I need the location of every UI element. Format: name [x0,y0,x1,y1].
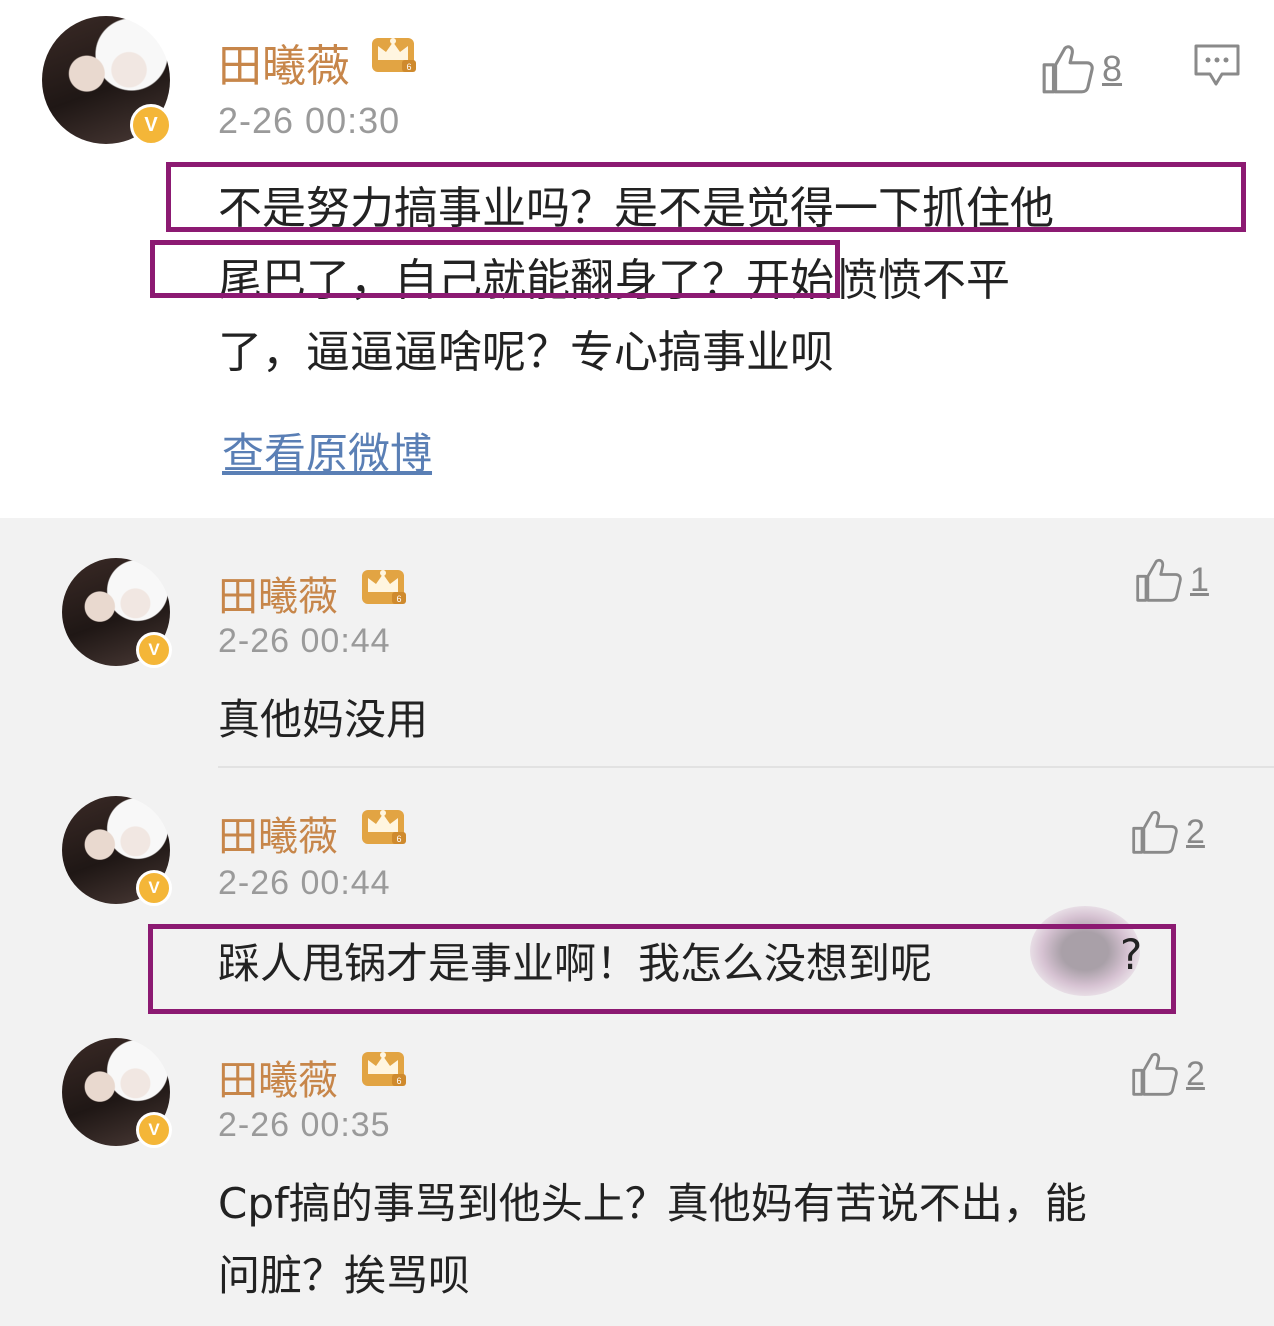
divider [218,766,1274,768]
reply-text-line-1: Cpf搞的事骂到他头上？真他妈有苦说不出，能 [218,1179,1087,1228]
like-button[interactable]: 2 [1130,1050,1205,1098]
reply-text: 真他妈没用 [218,695,429,744]
like-count: 1 [1190,560,1209,599]
verified-v-icon: V [136,1112,172,1148]
crown-badge-icon [358,562,408,608]
timestamp: 2-26 00:30 [218,100,401,141]
username[interactable]: 田曦薇 [218,564,338,622]
avatar[interactable]: V [62,796,172,906]
reply-text-line-2: 问脏？挨骂呗 [218,1251,471,1300]
avatar[interactable]: V [62,558,172,668]
like-button[interactable]: 1 [1134,556,1209,604]
crown-badge-icon [358,802,408,848]
crown-badge-icon [358,1044,408,1090]
verified-v-icon: V [136,632,172,668]
like-button[interactable]: 2 [1130,808,1205,856]
avatar[interactable]: V [62,1038,172,1148]
thumbs-up-icon [1040,42,1094,96]
timestamp: 2-26 00:35 [218,1106,391,1144]
username[interactable]: 田曦薇 [218,804,338,862]
main-post: V 田曦薇 2-26 00:30 8 不是努力搞事业吗？是不是觉得一下抓住他 尾… [0,0,1274,518]
avatar[interactable]: V [42,16,172,146]
highlight-box [166,162,1246,232]
username[interactable]: 田曦薇 [218,30,350,94]
comment-icon[interactable] [1192,42,1242,88]
highlight-box [148,924,1176,1014]
thumbs-up-icon [1130,1050,1178,1098]
thumbs-up-icon [1130,808,1178,856]
like-count: 8 [1102,48,1123,89]
timestamp: 2-26 00:44 [218,622,391,660]
thumbs-up-icon [1134,556,1182,604]
verified-v-icon: V [130,104,172,146]
like-count: 2 [1186,812,1205,851]
post-text-line-3: 了，逼逼逼啥呢？专心搞事业呗 [218,327,834,378]
replies-list: V 田曦薇 2-26 00:44 1 真他妈没用 V 田曦薇 2-26 00:4… [0,518,1274,1326]
username[interactable]: 田曦薇 [218,1048,338,1106]
timestamp: 2-26 00:44 [218,864,391,902]
crown-badge-icon [368,30,418,76]
highlight-box [150,240,840,298]
like-button[interactable]: 8 [1040,42,1122,96]
view-original-link[interactable]: 查看原微博 [222,420,432,481]
verified-v-icon: V [136,870,172,906]
like-count: 2 [1186,1054,1205,1093]
